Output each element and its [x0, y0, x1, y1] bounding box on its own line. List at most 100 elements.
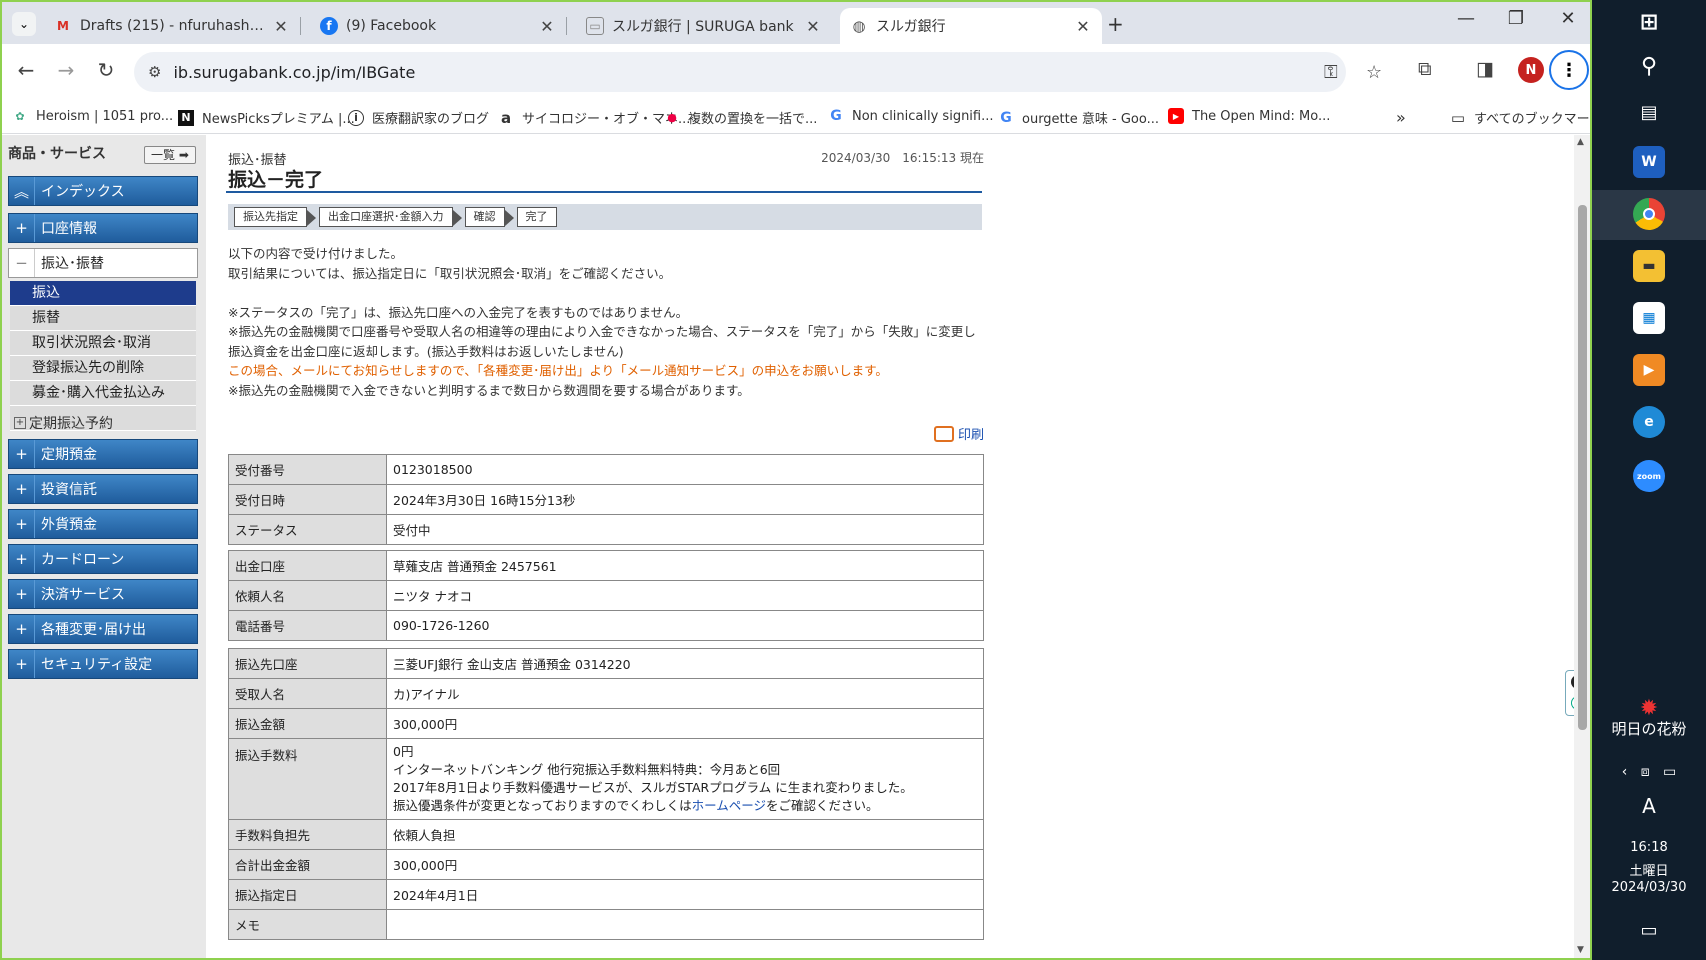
row-value: 0123018500	[386, 454, 984, 485]
sub-item-inquiry[interactable]: 取引状況照会･取消	[10, 331, 196, 356]
scroll-thumb[interactable]	[1578, 205, 1587, 730]
scrollbar[interactable]: ▲ ▼	[1574, 135, 1590, 958]
forward-icon[interactable]: →	[52, 58, 80, 82]
menu-payment-service[interactable]: + 決済サービス	[8, 579, 198, 609]
back-icon[interactable]: ←	[12, 58, 40, 82]
sub-item-delete-payee[interactable]: 登録振込先の削除	[10, 356, 196, 381]
table-row: 合計出金金額 300,000円	[228, 849, 984, 880]
reload-icon[interactable]: ↻	[92, 58, 120, 82]
menu-changes[interactable]: + 各種変更･届け出	[8, 614, 198, 644]
chrome-icon[interactable]	[1633, 198, 1665, 230]
extensions-icon[interactable]: ⧉	[1418, 58, 1432, 80]
plus-icon: +	[9, 510, 35, 538]
row-key: 受取人名	[228, 678, 387, 709]
all-bookmarks[interactable]: ▭ すべてのブックマーク	[1450, 108, 1590, 128]
message-line: ※振込先の金融機関で口座番号や受取人名の相違等の理由により入金できなかった場合、…	[228, 324, 976, 359]
bookmark-item[interactable]: ▶ The Open Mind: Mo...	[1168, 108, 1330, 124]
clock-date[interactable]: 2024/03/30	[1592, 880, 1706, 895]
side-panel-icon[interactable]: ◨	[1476, 58, 1494, 80]
menu-investment-trust[interactable]: + 投資信託	[8, 474, 198, 504]
homepage-link[interactable]: ホームページ	[692, 798, 766, 813]
sidebar-heading: 商品・サービス	[8, 146, 106, 162]
star-icon[interactable]: ☆	[1366, 62, 1382, 83]
fee-text: 振込優遇条件が変更となっておりますのでくわしくは	[393, 798, 692, 813]
transfer-detail-table: 振込先口座 三菱UFJ銀行 金山支店 普通預金 0314220 受取人名 カ)アイナ…	[228, 648, 984, 940]
ime-indicator[interactable]: A	[1592, 794, 1706, 818]
tab-suruga-active[interactable]: ◍ スルガ銀行 ✕	[840, 8, 1102, 44]
bookmark-item[interactable]: ● 複数の置換を一括で...	[664, 108, 817, 127]
new-tab-icon[interactable]: +	[1107, 12, 1124, 36]
profile-avatar[interactable]: N	[1518, 57, 1544, 83]
bookmark-label: ourgette 意味 - Goo...	[1022, 112, 1159, 127]
sub-item-furikomi[interactable]: 振込	[10, 281, 196, 306]
media-player-icon[interactable]: ▶	[1633, 354, 1665, 386]
close-icon[interactable]: ✕	[272, 17, 290, 36]
tab-search-icon[interactable]: ⌄	[12, 12, 36, 36]
sub-item-teiki[interactable]: + 定期振込予約	[14, 413, 113, 433]
windows-start-icon[interactable]: ⊞	[1633, 6, 1665, 38]
table-row: 振込金額 300,000円	[228, 708, 984, 739]
close-icon[interactable]: ✕	[804, 17, 822, 36]
tab-title: スルガ銀行 | SURUGA bank	[612, 19, 794, 35]
facebook-icon: f	[320, 17, 338, 35]
step-amount: 出金口座選択･金額入力	[319, 207, 461, 227]
bookmark-item[interactable]: N NewsPicksプレミアム |...	[178, 108, 355, 127]
address-bar[interactable]: ⚙ ib.surugabank.co.jp/im/IBGate ⚿ ☆	[134, 52, 1382, 92]
bookmark-item[interactable]: a サイコロジー・オブ・マネ...	[498, 108, 690, 128]
search-icon[interactable]: ⚲	[1633, 50, 1665, 82]
sub-item-furikae[interactable]: 振替	[10, 306, 196, 331]
tab-title: Drafts (215) - nfuruhashi61@gm	[80, 18, 266, 34]
collapse-icon: ︽	[9, 177, 35, 205]
menu-security[interactable]: + セキュリティ設定	[8, 649, 198, 679]
message-line: 取引結果については、振込指定日に「取引状況照会･取消」をご確認ください。	[228, 265, 672, 281]
menu-transfer[interactable]: − 振込･振替	[8, 248, 198, 278]
window-close-icon[interactable]: ✕	[1548, 8, 1588, 29]
task-view-icon[interactable]: ▤	[1633, 96, 1665, 128]
site-info-icon[interactable]: ⚙	[148, 63, 161, 81]
warning-message: この場合、メールにてお知らせしますので、「各種変更･届け出」より「メール通知サー…	[228, 363, 888, 378]
plus-icon: +	[9, 580, 35, 608]
file-explorer-icon[interactable]: ▬	[1633, 250, 1665, 282]
close-icon[interactable]: ✕	[1074, 17, 1092, 36]
minimize-icon[interactable]: —	[1446, 8, 1486, 29]
menu-time-deposit[interactable]: + 定期預金	[8, 439, 198, 469]
bookmark-item[interactable]: ✿ Heroism | 1051 pro...	[12, 108, 173, 124]
more-bookmarks-icon[interactable]: »	[1396, 108, 1406, 127]
menu-label: セキュリティ設定	[41, 657, 153, 673]
store-icon[interactable]: ▦	[1633, 302, 1665, 334]
tab-facebook[interactable]: f (9) Facebook ✕	[310, 8, 567, 44]
word-icon[interactable]: W	[1633, 146, 1665, 178]
row-value: カ)アイナル	[386, 678, 984, 709]
zoom-icon[interactable]: zoom	[1633, 460, 1665, 492]
clock-weekday[interactable]: 土曜日	[1592, 860, 1706, 879]
plus-icon: +	[9, 615, 35, 643]
key-icon[interactable]: ⚿	[1324, 62, 1338, 83]
tab-gmail[interactable]: M Drafts (215) - nfuruhashi61@gm ✕	[44, 8, 301, 44]
edge-icon[interactable]: e	[1633, 406, 1665, 438]
bookmark-item[interactable]: i 医療翻訳家のブログ	[348, 108, 489, 127]
menu-icon[interactable]: ⋮	[1549, 50, 1589, 90]
sub-item-donation[interactable]: 募金･購入代金払込み	[10, 381, 196, 406]
notification-icon[interactable]: ▭	[1592, 920, 1706, 941]
url-text[interactable]: ib.surugabank.co.jp/im/IBGate	[173, 63, 415, 82]
scroll-up-icon[interactable]: ▲	[1577, 137, 1584, 147]
page-title: 振込－完了	[228, 169, 324, 191]
row-key: 受付番号	[228, 454, 387, 485]
menu-foreign-deposit[interactable]: + 外貨預金	[8, 509, 198, 539]
menu-index[interactable]: ︽ インデックス	[8, 176, 198, 206]
print-link[interactable]: 印刷	[933, 424, 984, 443]
menu-card-loan[interactable]: + カードローン	[8, 544, 198, 574]
menu-label: 決済サービス	[41, 587, 125, 603]
clock-time[interactable]: 16:18	[1592, 840, 1706, 855]
pollen-widget-text[interactable]: 明日の花粉	[1592, 718, 1706, 739]
bookmark-item[interactable]: G Non clinically signifi...	[828, 108, 993, 124]
scroll-down-icon[interactable]: ▼	[1577, 945, 1584, 955]
menu-account-info[interactable]: + 口座情報	[8, 213, 198, 243]
restore-icon[interactable]: ❐	[1496, 8, 1536, 29]
close-icon[interactable]: ✕	[538, 17, 556, 36]
plus-icon: +	[9, 440, 35, 468]
bookmark-item[interactable]: Gourgette 意味 - Goo...	[998, 108, 1159, 128]
tray-icons[interactable]: ‹ ⧈ ▭	[1592, 764, 1706, 780]
tab-suruga-bank[interactable]: ▭ スルガ銀行 | SURUGA bank ✕	[576, 8, 832, 44]
list-button[interactable]: 一覧 ➡	[144, 146, 196, 164]
